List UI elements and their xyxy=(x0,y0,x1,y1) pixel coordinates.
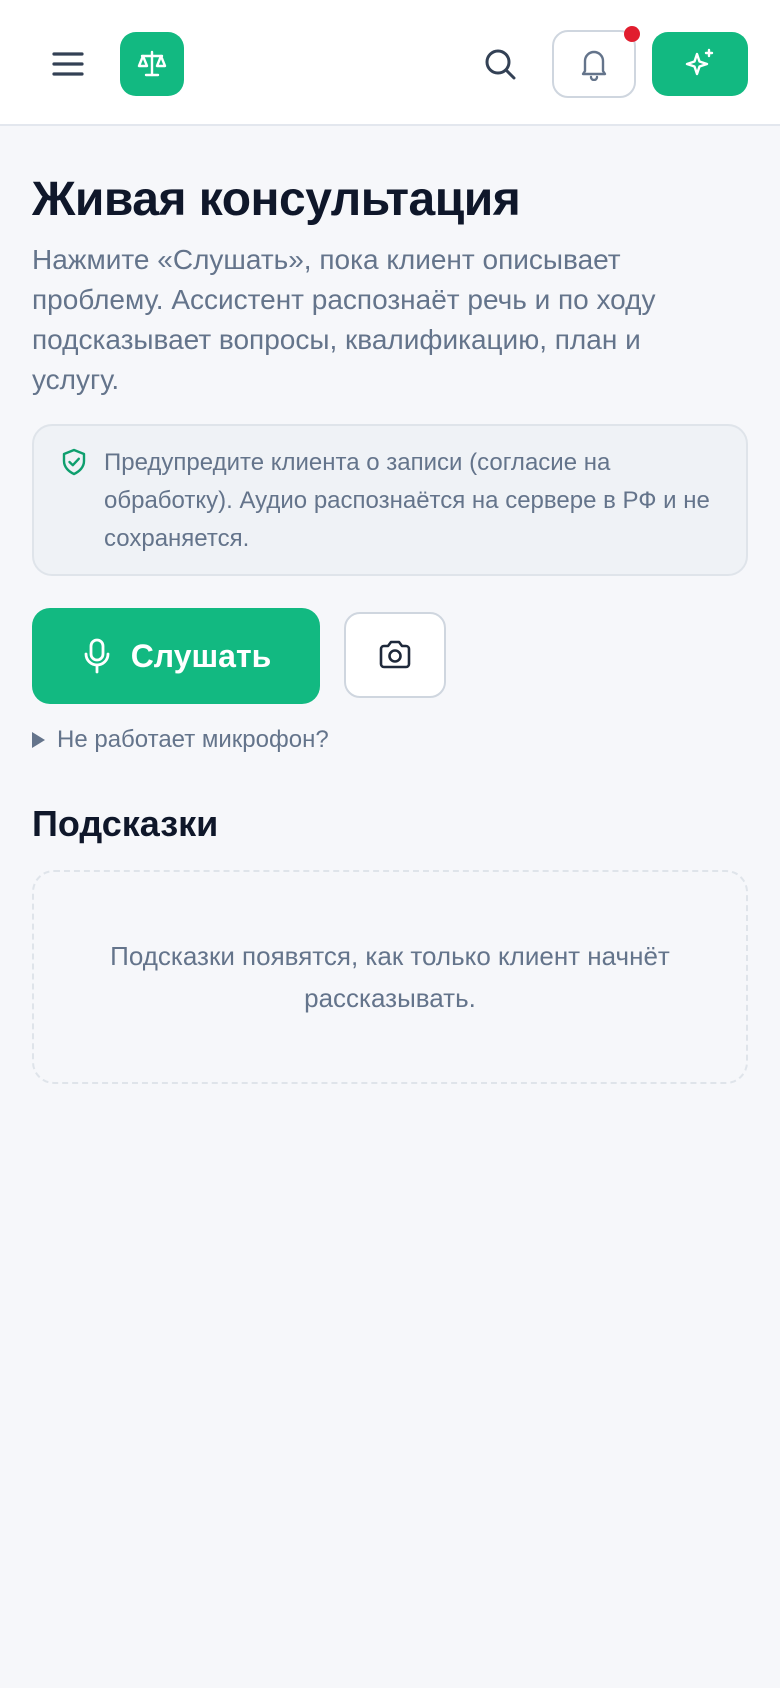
expand-triangle-icon xyxy=(32,732,45,748)
scales-icon xyxy=(137,50,167,77)
listen-label: Слушать xyxy=(130,637,272,674)
mic-troubleshoot-label: Не работает микрофон? xyxy=(57,726,329,753)
menu-icon xyxy=(52,52,84,76)
menu-button[interactable] xyxy=(44,40,92,88)
hints-panel: Подсказки появятся, как только клиент на… xyxy=(32,870,748,1084)
hints-empty-state: Подсказки появятся, как только клиент на… xyxy=(110,941,670,1013)
microphone-icon xyxy=(84,638,110,674)
page-title: Живая консультация xyxy=(32,173,521,226)
ai-assistant-button[interactable] xyxy=(652,32,748,96)
search-icon xyxy=(485,49,516,80)
notice-text: Предупредите клиента о записи (согласие … xyxy=(104,449,710,552)
app-logo[interactable] xyxy=(120,32,184,96)
notifications-button[interactable] xyxy=(552,26,640,98)
listen-button[interactable]: Слушать xyxy=(32,608,320,704)
top-bar xyxy=(0,0,780,126)
shield-check-icon xyxy=(62,448,86,476)
sparkles-icon xyxy=(685,48,714,76)
notification-badge xyxy=(624,26,640,42)
recording-notice: Предупредите клиента о записи (согласие … xyxy=(32,424,748,576)
page-description: Нажмите «Слушать», пока клиент описывает… xyxy=(32,244,656,395)
hints-title: Подсказки xyxy=(32,803,219,844)
search-button[interactable] xyxy=(476,40,524,88)
camera-icon xyxy=(379,640,411,669)
camera-button[interactable] xyxy=(344,612,446,698)
bell-icon xyxy=(581,50,607,81)
mic-troubleshoot-toggle[interactable]: Не работает микрофон? xyxy=(32,724,329,756)
